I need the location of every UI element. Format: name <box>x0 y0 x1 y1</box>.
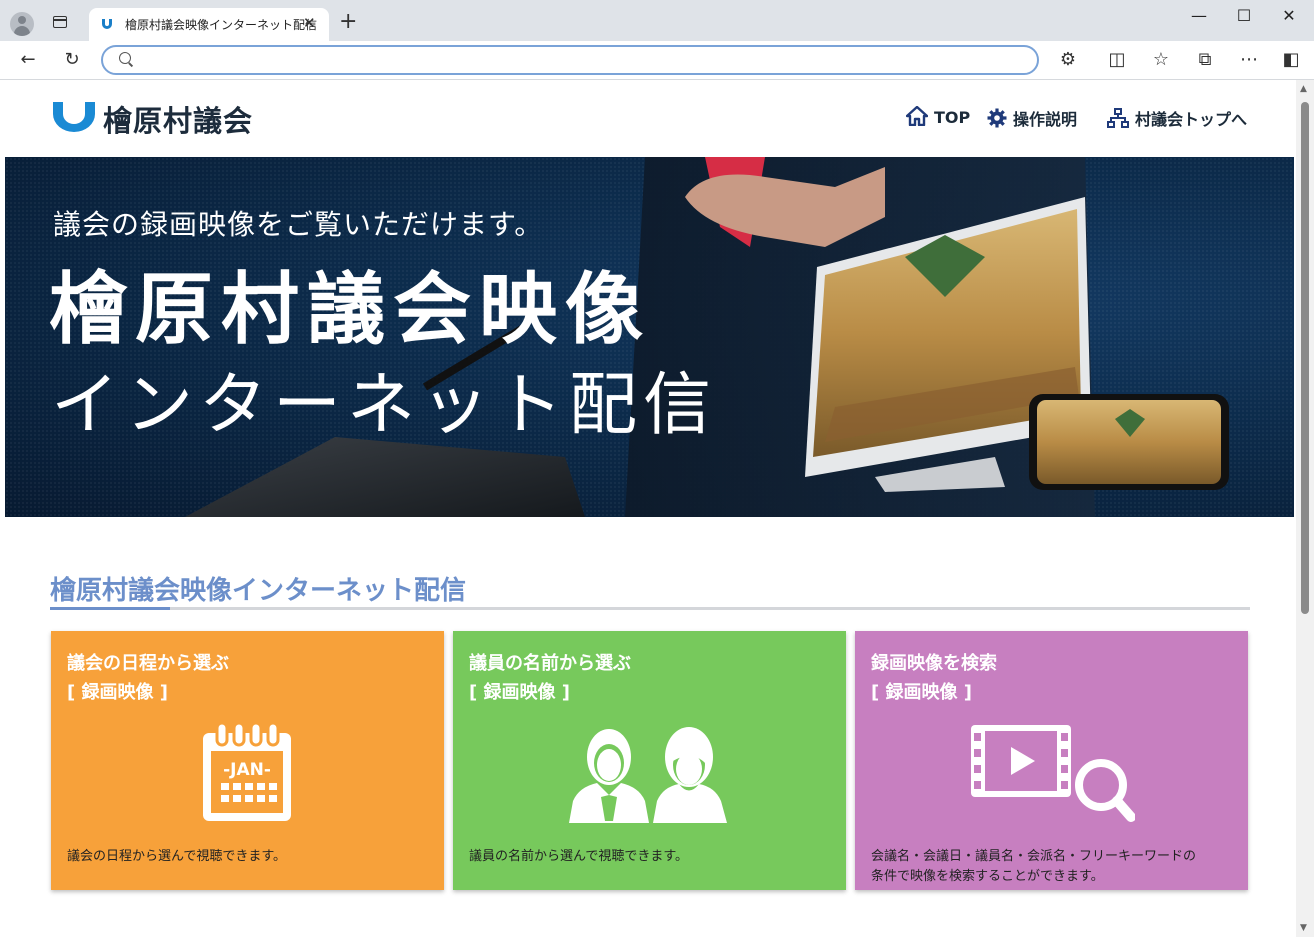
address-bar[interactable] <box>101 45 1039 75</box>
hero-subtitle: 議会の録画映像をご覧いただけます。 <box>53 208 544 241</box>
section-divider <box>50 607 1250 610</box>
home-icon <box>905 105 929 127</box>
card-description-line1: 会議名・会議日・議員名・会派名・フリーキーワードの <box>871 849 1197 864</box>
logo-text: 檜原村議会 <box>103 104 254 138</box>
card-description: 会議名・会議日・議員名・会派名・フリーキーワードの 条件で映像を検索することがで… <box>871 847 1196 887</box>
podium-shape <box>185 437 585 517</box>
new-tab-button[interactable]: + <box>339 9 357 34</box>
tab-bar: 檜原村議会映像インターネット配信 ✕ + — ☐ ✕ <box>0 0 1314 41</box>
back-icon[interactable]: ← <box>16 49 40 70</box>
minimize-button[interactable]: — <box>1184 6 1214 25</box>
card-description: 議会の日程から選んで視聴できます。 <box>67 849 287 864</box>
card-subtitle: [ 録画映像 ] <box>469 682 570 703</box>
nav-assembly-top-label: 村議会トップへ <box>1135 110 1248 129</box>
card-title: 録画映像を検索 <box>871 653 997 674</box>
nav-assembly-top[interactable]: 村議会トップへ <box>1107 106 1247 130</box>
scroll-up-icon[interactable]: ▲ <box>1300 84 1307 94</box>
hero-title-line2: インターネット配信 <box>51 366 718 445</box>
card-subtitle: [ 録画映像 ] <box>871 682 972 703</box>
logo-mark-icon <box>53 102 95 132</box>
split-screen-icon[interactable]: ◫ <box>1105 49 1129 70</box>
collections-icon[interactable]: ⧉ <box>1193 49 1217 70</box>
tab-actions-icon[interactable] <box>53 16 67 28</box>
favorites-icon[interactable]: ☆ <box>1149 49 1173 70</box>
maximize-button[interactable]: ☐ <box>1229 6 1259 25</box>
calendar-icon: -JAN- <box>203 721 291 821</box>
tab-title: 檜原村議会映像インターネット配信 <box>125 18 318 32</box>
card-title: 議員の名前から選ぶ <box>469 653 631 674</box>
section-divider-accent <box>50 607 170 610</box>
people-icon <box>569 727 727 823</box>
card-members[interactable]: 議員の名前から選ぶ [ 録画映像 ] 議員の名前から選んで視聴できます。 <box>453 631 846 890</box>
card-schedule[interactable]: 議会の日程から選ぶ [ 録画映像 ] -JAN- 議会の日程から選んで視聴できま… <box>51 631 444 890</box>
video-search-icon <box>971 725 1135 822</box>
close-window-button[interactable]: ✕ <box>1274 6 1304 25</box>
refresh-icon[interactable]: ↻ <box>60 49 84 70</box>
phone-graphic <box>1029 394 1229 490</box>
card-description-line2: 条件で映像を検索することができます。 <box>871 869 1104 884</box>
tab-close-icon[interactable]: ✕ <box>303 14 316 32</box>
card-description: 議員の名前から選んで視聴できます。 <box>469 849 689 864</box>
browser-chrome: 檜原村議会映像インターネット配信 ✕ + — ☐ ✕ ← ↻ ⚙ ◫ ☆ ⧉ ⋯… <box>0 0 1314 80</box>
scrollbar-thumb[interactable] <box>1301 102 1309 614</box>
search-icon <box>119 52 131 64</box>
gear-icon <box>987 108 1007 128</box>
card-search[interactable]: 録画映像を検索 [ 録画映像 ] 会議名・会議日・議員名・会派名・フリーキーワー… <box>855 631 1248 890</box>
more-icon[interactable]: ⋯ <box>1237 49 1261 70</box>
sidebar-icon[interactable]: ◧ <box>1279 49 1303 70</box>
favicon-icon <box>102 19 112 29</box>
hero-banner: 議会の録画映像をご覧いただけます。 檜原村議会映像 インターネット配信 <box>5 157 1294 517</box>
nav-top[interactable]: TOP <box>905 105 971 127</box>
nav-top-label: TOP <box>934 108 971 127</box>
card-subtitle: [ 録画映像 ] <box>67 682 168 703</box>
page-scrollbar[interactable]: ▲ ▼ <box>1296 80 1314 937</box>
nav-guide-label: 操作説明 <box>1013 110 1078 129</box>
browser-toolbar: ← ↻ ⚙ ◫ ☆ ⧉ ⋯ ◧ <box>0 41 1314 80</box>
calendar-month-label: -JAN- <box>223 760 271 780</box>
hero-title-line1: 檜原村議会映像 <box>49 265 652 355</box>
sitemap-icon <box>1107 108 1129 128</box>
browser-tab[interactable]: 檜原村議会映像インターネット配信 ✕ <box>89 8 329 41</box>
profile-icon[interactable] <box>10 12 34 36</box>
extensions-icon[interactable]: ⚙ <box>1056 49 1080 70</box>
section-title: 檜原村議会映像インターネット配信 <box>50 576 467 606</box>
scroll-down-icon[interactable]: ▼ <box>1300 923 1307 933</box>
web-page: 檜原村議会 TOP 操作説明 村議会トップへ 議会の録画映像をご覧いただけます。… <box>5 80 1294 937</box>
nav-guide[interactable]: 操作説明 <box>987 106 1077 130</box>
card-title: 議会の日程から選ぶ <box>67 653 229 674</box>
